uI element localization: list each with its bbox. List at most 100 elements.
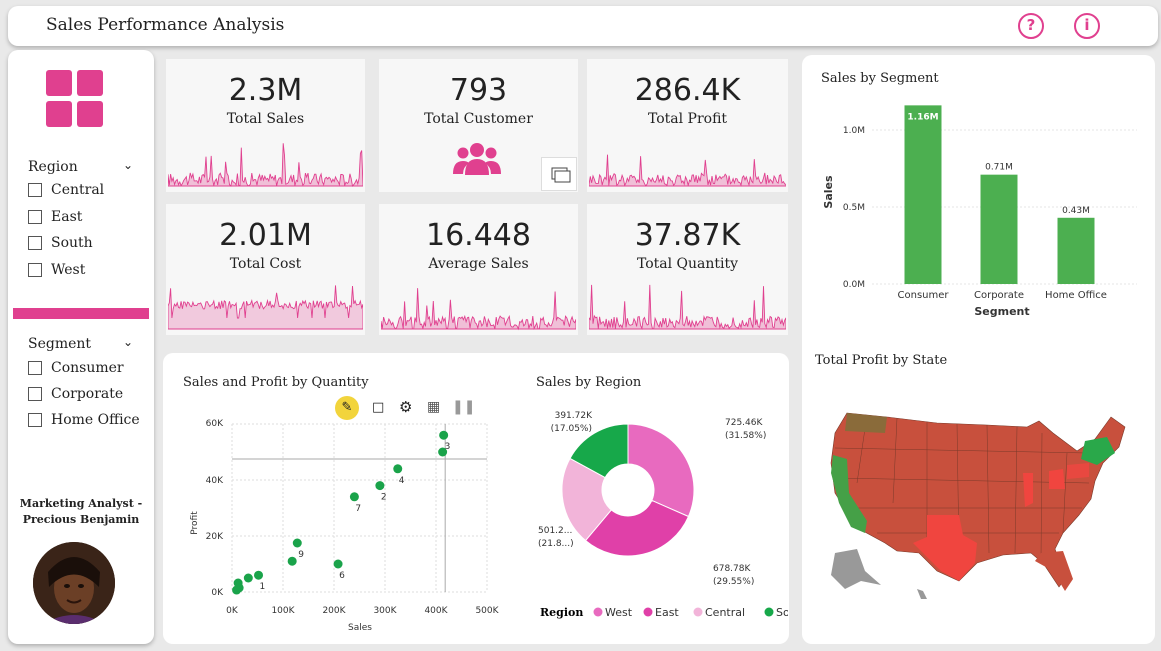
scatter-point xyxy=(254,570,264,580)
legend-item: South xyxy=(776,606,788,619)
point-label: 7 xyxy=(355,504,361,514)
x-tick: 200K xyxy=(322,606,346,616)
scatter-ylabel: Profit xyxy=(190,511,200,535)
kpi-value: 2.3M xyxy=(228,73,303,108)
bar-value-label: 0.43M xyxy=(1062,206,1090,216)
checkbox[interactable] xyxy=(28,387,42,401)
sparkline-path xyxy=(168,143,363,187)
y-tick: 40K xyxy=(206,476,224,486)
point-label: 4 xyxy=(399,476,405,486)
point-label: 1 xyxy=(260,582,266,592)
south-value-label: 391.72K xyxy=(555,411,593,421)
legend-item: East xyxy=(655,606,679,619)
scatter-point xyxy=(232,585,242,595)
map-title: Total Profit by State xyxy=(815,353,948,368)
checkbox[interactable] xyxy=(28,210,42,224)
option-label: Home Office xyxy=(51,412,140,428)
scatter-xlabel: Sales xyxy=(348,623,372,633)
region-option-west[interactable]: West xyxy=(28,262,85,278)
segment-map-card: Sales by Segment Sales Segment 0.0M 0.5M… xyxy=(802,55,1155,644)
quantity-sparkline xyxy=(589,284,786,331)
comments-icon[interactable] xyxy=(541,157,577,191)
segment-option-corporate[interactable]: Corporate xyxy=(28,386,123,402)
y-tick: 1.0M xyxy=(843,126,865,136)
y-tick: 0K xyxy=(211,588,224,598)
kpi-average-sales[interactable]: 16.448 Average Sales xyxy=(379,204,578,335)
y-tick: 20K xyxy=(206,532,224,542)
central-value-label: 501.2... xyxy=(538,526,572,536)
us-profit-map xyxy=(830,412,1126,599)
kpi-total-quantity[interactable]: 37.87K Total Quantity xyxy=(587,204,788,335)
info-icon[interactable]: i xyxy=(1074,13,1100,39)
y-tick: 0.5M xyxy=(843,203,865,213)
kpi-total-sales[interactable]: 2.3M Total Sales xyxy=(166,59,365,192)
bar-ylabel: Sales xyxy=(822,175,835,209)
alaska-shape xyxy=(831,549,881,589)
region-option-south[interactable]: South xyxy=(28,235,93,251)
checkbox[interactable] xyxy=(28,413,42,427)
scatter-point xyxy=(287,556,297,566)
option-label: West xyxy=(51,262,86,278)
category-label: Consumer xyxy=(898,290,950,301)
x-tick: 500K xyxy=(475,606,499,616)
option-label: Corporate xyxy=(51,386,124,402)
y-tick: 60K xyxy=(206,419,224,429)
segment-chart-title: Sales by Segment xyxy=(821,71,939,86)
kpi-total-cost[interactable]: 2.01M Total Cost xyxy=(166,204,365,335)
donut-chart: 391.72K (17.05%) 725.46K (31.58%) 501.2.… xyxy=(538,411,788,619)
kpi-total-profit[interactable]: 286.4K Total Profit xyxy=(587,59,788,192)
x-tick: 100K xyxy=(271,606,295,616)
x-tick: 0K xyxy=(226,606,239,616)
east-value-label: 678.78K xyxy=(713,564,751,574)
pennsylvania-shape xyxy=(1067,463,1089,479)
segment-slicer-title: Segment xyxy=(28,336,92,352)
legend-item: Central xyxy=(705,606,745,619)
customers-icon xyxy=(453,143,501,175)
kpi-value: 2.01M xyxy=(219,218,312,253)
west-value-label: 725.46K xyxy=(725,418,763,428)
option-label: South xyxy=(51,235,93,251)
point-label: 2 xyxy=(381,493,387,503)
x-tick: 300K xyxy=(373,606,397,616)
segment-option-consumer[interactable]: Consumer xyxy=(28,360,124,376)
region-option-east[interactable]: East xyxy=(28,209,82,225)
scatter-point xyxy=(439,430,449,440)
point-label: 9 xyxy=(298,550,304,560)
question-icon[interactable]: ? xyxy=(1018,13,1044,39)
chevron-down-icon[interactable]: ⌄ xyxy=(123,335,133,349)
dashboard-logo-icon xyxy=(46,70,103,127)
category-label: Home Office xyxy=(1045,290,1107,301)
bar-home-office xyxy=(1057,217,1095,284)
bar-value-label: 1.16M xyxy=(907,112,938,122)
segment-bar-chart: Sales Segment 0.0M 0.5M 1.0M 1.16M Consum… xyxy=(822,105,1137,318)
scatter-point xyxy=(333,559,343,569)
legend-marker xyxy=(593,607,603,617)
checkbox[interactable] xyxy=(28,236,42,250)
legend-marker xyxy=(693,607,703,617)
legend-marker xyxy=(764,607,774,617)
option-label: Consumer xyxy=(51,360,124,376)
checkbox[interactable] xyxy=(28,183,42,197)
analyst-line-2: Precious Benjamin xyxy=(22,513,140,526)
bar-xlabel: Segment xyxy=(974,305,1029,318)
bar-consumer xyxy=(904,105,942,284)
category-label: Corporate xyxy=(974,290,1024,301)
kpi-label: Total Profit xyxy=(647,111,728,127)
segment-option-home-office[interactable]: Home Office xyxy=(28,412,140,428)
kpi-label: Total Cost xyxy=(229,256,302,272)
scatter-point xyxy=(292,538,302,548)
checkbox[interactable] xyxy=(28,361,42,375)
region-option-central[interactable]: Central xyxy=(28,182,104,198)
kpi-total-customer[interactable]: 793 Total Customer xyxy=(379,59,578,192)
analyst-name: Marketing Analyst - Precious Benjamin xyxy=(8,496,154,528)
scatter-point xyxy=(375,481,385,491)
kpi-value: 16.448 xyxy=(426,218,531,253)
east-pct-label: (29.55%) xyxy=(713,577,754,587)
divider-bar xyxy=(13,308,149,319)
sparkline-path xyxy=(589,284,786,331)
checkbox[interactable] xyxy=(28,263,42,277)
legend-title: Region xyxy=(540,606,583,619)
y-tick: 0.0M xyxy=(843,280,865,290)
kpi-label: Total Sales xyxy=(226,111,305,127)
chevron-down-icon[interactable]: ⌄ xyxy=(123,158,133,172)
